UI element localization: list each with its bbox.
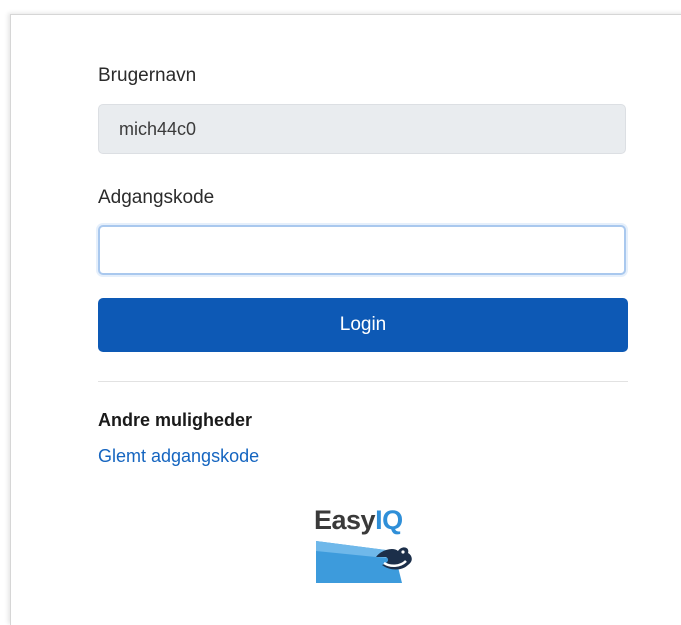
forgot-password-link[interactable]: Glemt adgangskode: [98, 446, 259, 467]
login-card: Brugernavn mich44c0 Adgangskode Login An…: [10, 14, 681, 625]
password-label: Adgangskode: [98, 187, 215, 208]
divider: [98, 381, 628, 382]
logo-text-iq: IQ: [375, 505, 403, 535]
logo-wordmark: EasyIQ: [314, 505, 403, 536]
easyiq-logo: EasyIQ: [311, 505, 421, 585]
bird-logo-icon: [316, 541, 412, 583]
username-label: Brugernavn: [98, 65, 197, 86]
login-button[interactable]: Login: [98, 298, 628, 352]
username-field: mich44c0: [98, 104, 626, 154]
logo-text-easy: Easy: [314, 505, 376, 535]
other-options-heading: Andre muligheder: [98, 410, 253, 430]
password-field[interactable]: [98, 225, 626, 275]
